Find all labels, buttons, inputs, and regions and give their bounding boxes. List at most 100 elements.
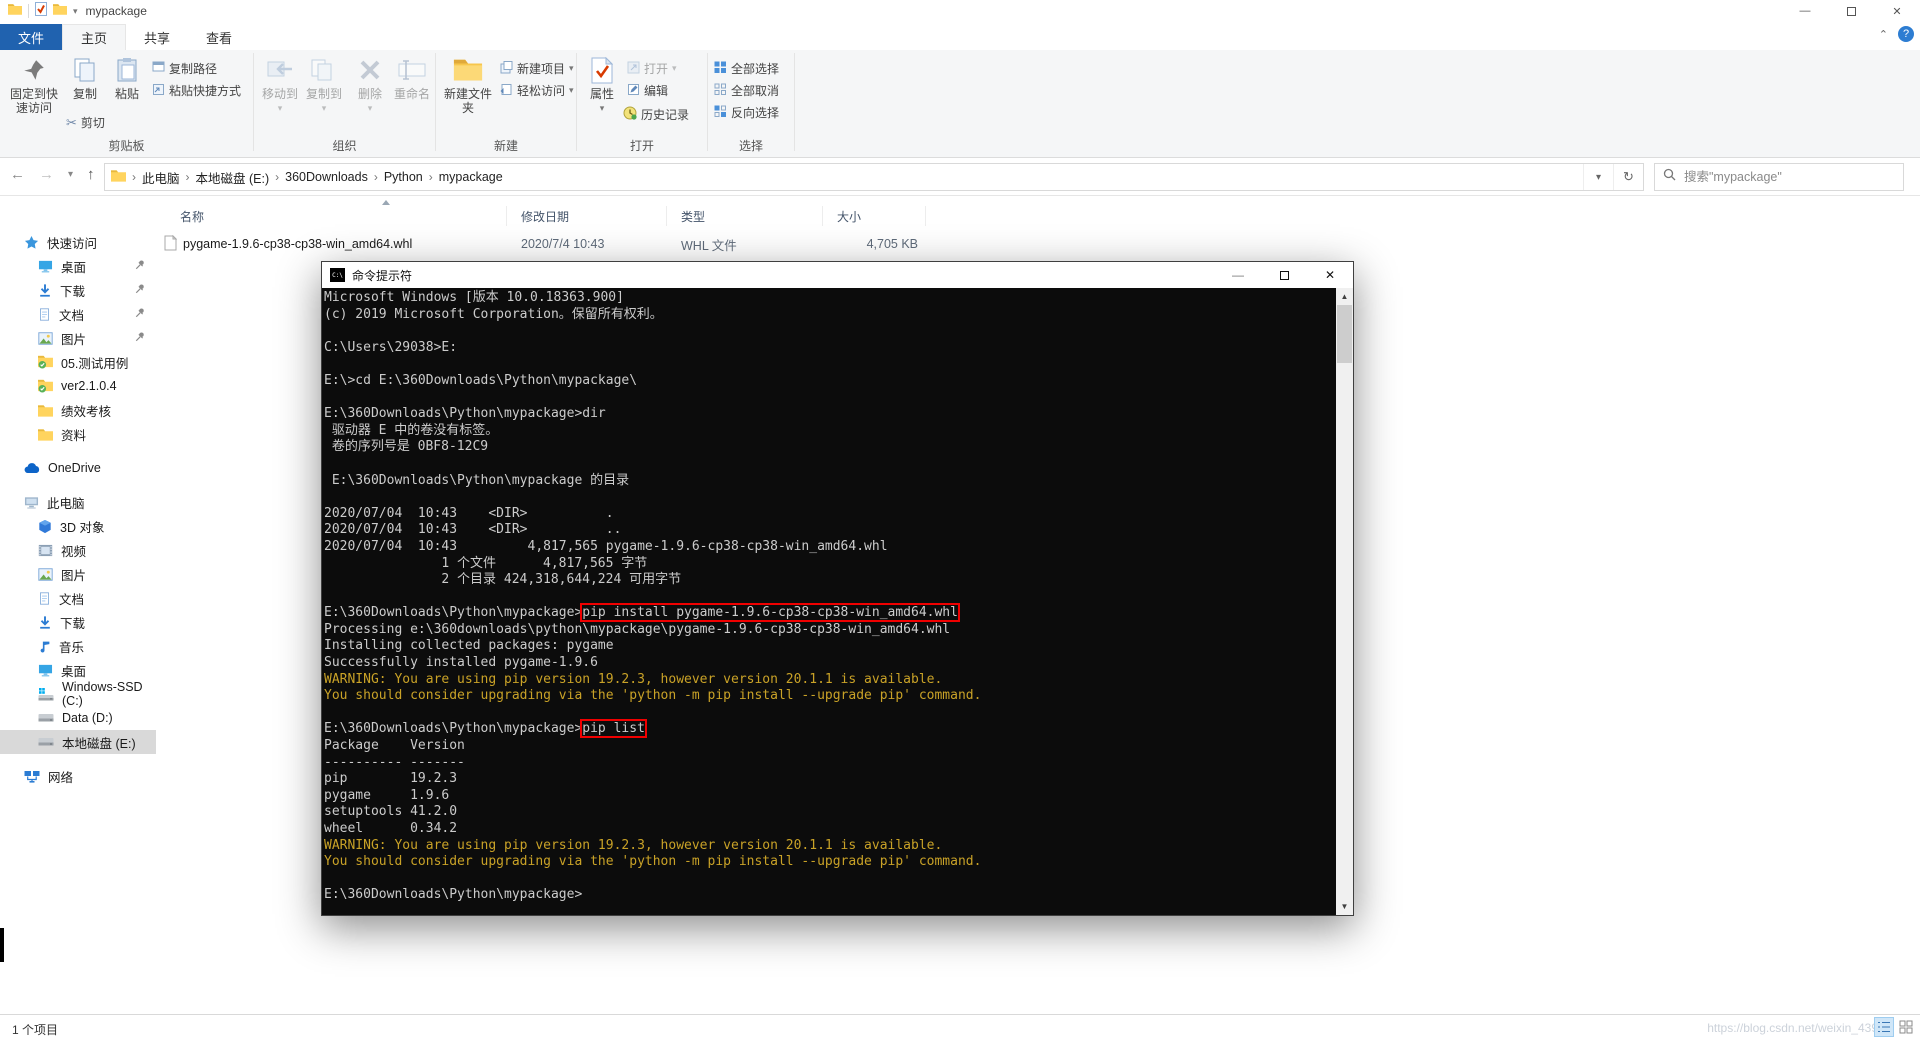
picture-icon (38, 567, 53, 581)
tab-share[interactable]: 共享 (126, 24, 188, 50)
help-icon[interactable]: ? (1898, 26, 1914, 42)
refresh-icon[interactable]: ↻ (1613, 164, 1643, 190)
history-button[interactable]: 历史记录 (623, 106, 689, 123)
sidebar-item-05-测试用例[interactable]: 05.测试用例 (0, 350, 156, 374)
sidebar-item-音乐[interactable]: 音乐 (0, 634, 156, 658)
terminal-line: E:\360Downloads\Python\mypackage> (324, 887, 1336, 904)
file-row[interactable]: pygame-1.9.6-cp38-cp38-win_amd64.whl 202… (156, 232, 1920, 256)
tab-file[interactable]: 文件 (0, 24, 63, 50)
recent-locations-icon[interactable]: ▾ (68, 169, 73, 180)
paste-shortcut-button[interactable]: 粘贴快捷方式 (152, 82, 241, 99)
sidebar-item-ver2-1-0-4[interactable]: ver2.1.0.4 (0, 374, 156, 398)
cmd-close-button[interactable]: ✕ (1307, 262, 1353, 288)
move-to-button[interactable]: 移动到 ▾ (258, 53, 302, 115)
copy-button[interactable]: 复制 (64, 53, 106, 101)
search-box[interactable] (1654, 163, 1904, 191)
sidebar-item-图片[interactable]: 图片 (0, 562, 156, 586)
breadcrumb-item[interactable]: Python (378, 170, 429, 184)
collapse-ribbon-icon[interactable]: ⌃ (1879, 28, 1888, 41)
breadcrumb-item[interactable]: mypackage (433, 170, 509, 184)
qat-dropdown-icon[interactable]: ▾ (73, 6, 78, 17)
sidebar-item-图片[interactable]: 图片 (0, 326, 156, 350)
sidebar-item-文档[interactable]: 文档 (0, 302, 156, 326)
terminal-line (324, 489, 1336, 506)
close-button[interactable]: ✕ (1874, 0, 1920, 22)
copy-path-button[interactable]: 复制路径 (152, 60, 217, 77)
cmd-minimize-button[interactable]: — (1215, 262, 1261, 288)
tab-home[interactable]: 主页 (62, 24, 127, 50)
cmd-maximize-button[interactable] (1261, 262, 1307, 288)
file-type: WHL 文件 (681, 238, 737, 253)
sidebar-item-桌面[interactable]: 桌面 (0, 254, 156, 278)
terminal-output[interactable]: Microsoft Windows [版本 10.0.18363.900] (c)… (324, 288, 1336, 915)
pin-to-quick-access-button[interactable]: 固定到快速访问 (6, 53, 62, 115)
select-none-button[interactable]: 全部取消 (714, 82, 779, 99)
terminal-line: Successfully installed pygame-1.9.6 (324, 655, 1336, 672)
invert-selection-button[interactable]: 反向选择 (714, 104, 779, 121)
sidebar-item-网络[interactable]: 网络 (0, 764, 156, 788)
sidebar-item-label: 图片 (61, 332, 87, 347)
scroll-down-icon[interactable]: ▼ (1336, 898, 1353, 915)
easy-access-button[interactable]: 轻松访问 ▾ (500, 82, 574, 99)
scroll-up-icon[interactable]: ▲ (1336, 288, 1353, 305)
forward-button[interactable]: → (39, 166, 54, 183)
cmd-scrollbar[interactable]: ▲ ▼ (1336, 288, 1353, 915)
folder-icon (38, 404, 53, 417)
sidebar-item-绩效考核[interactable]: 绩效考核 (0, 398, 156, 422)
sidebar-item-资料[interactable]: 资料 (0, 422, 156, 446)
rename-button[interactable]: 重命名 (390, 53, 434, 101)
thumbnails-view-button[interactable] (1896, 1017, 1916, 1037)
move-to-icon (267, 53, 293, 87)
column-header-type[interactable]: 类型 (667, 206, 823, 226)
maximize-button[interactable] (1828, 0, 1874, 22)
sidebar-item-本地磁盘-e-[interactable]: 本地磁盘 (E:) (0, 730, 156, 754)
column-header-name[interactable]: 名称 (156, 206, 507, 226)
address-bar[interactable]: › 此电脑 › 本地磁盘 (E:) › 360Downloads › Python › mypac… (104, 163, 1644, 191)
new-folder-button[interactable]: 新建文件夹 (442, 53, 494, 115)
screen-artifact (0, 928, 4, 962)
qat-properties-icon[interactable] (35, 1, 47, 21)
sidebar-item-label: Data (D:) (62, 711, 113, 725)
sidebar-item-此电脑[interactable]: 此电脑 (0, 490, 156, 514)
sidebar-item-视频[interactable]: 视频 (0, 538, 156, 562)
cmd-titlebar[interactable]: C:\ 命令提示符 — ✕ (322, 262, 1353, 288)
sidebar-item-文档[interactable]: 文档 (0, 586, 156, 610)
sidebar-item-下载[interactable]: 下载 (0, 610, 156, 634)
select-all-button[interactable]: 全部选择 (714, 60, 779, 77)
column-header-size[interactable]: 大小 (823, 206, 926, 226)
sidebar-item-桌面[interactable]: 桌面 (0, 658, 156, 682)
address-dropdown-icon[interactable]: ▾ (1583, 164, 1613, 190)
properties-button[interactable]: 属性 ▾ (581, 53, 623, 115)
new-folder-icon (453, 53, 483, 87)
copy-to-button[interactable]: 复制到 ▾ (302, 53, 346, 115)
sidebar-item-下载[interactable]: 下载 (0, 278, 156, 302)
sidebar-item-data-d-[interactable]: Data (D:) (0, 706, 156, 730)
qat-new-folder-icon[interactable] (53, 2, 67, 20)
sidebar-item-3d-对象[interactable]: 3D 对象 (0, 514, 156, 538)
film-icon (38, 544, 53, 557)
minimize-button[interactable]: — (1782, 0, 1828, 22)
sidebar-item-快速访问[interactable]: 快速访问 (0, 230, 156, 254)
search-input[interactable] (1684, 170, 1895, 184)
delete-button[interactable]: 删除 ▾ (350, 53, 390, 115)
terminal-line: E:\360Downloads\Python\mypackage 的目录 (324, 473, 1336, 490)
breadcrumb-item[interactable]: 本地磁盘 (E:) (190, 168, 276, 187)
scrollbar-thumb[interactable] (1337, 305, 1352, 363)
cut-button[interactable]: ✂ 剪切 (66, 114, 105, 131)
breadcrumb-item[interactable]: 360Downloads (279, 170, 374, 184)
new-item-button[interactable]: 新建项目 ▾ (500, 60, 574, 77)
back-button[interactable]: ← (10, 166, 25, 183)
edit-button[interactable]: 编辑 (627, 82, 668, 99)
column-header-date[interactable]: 修改日期 (507, 206, 667, 226)
paste-button[interactable]: 粘贴 (106, 53, 148, 101)
details-view-button[interactable] (1874, 1017, 1894, 1037)
sidebar-item-windows-ssd-c-[interactable]: Windows-SSD (C:) (0, 680, 156, 708)
up-button[interactable]: ↑ (87, 166, 95, 183)
command-prompt-window[interactable]: C:\ 命令提示符 — ✕ Microsoft Windows [版本 10.0… (321, 261, 1354, 916)
open-button[interactable]: 打开 ▾ (627, 60, 677, 77)
breadcrumb-item[interactable]: 此电脑 (136, 168, 186, 187)
tab-view[interactable]: 查看 (188, 24, 250, 50)
sidebar-item-label: 文档 (59, 592, 85, 607)
sidebar-item-onedrive[interactable]: OneDrive (0, 456, 156, 480)
